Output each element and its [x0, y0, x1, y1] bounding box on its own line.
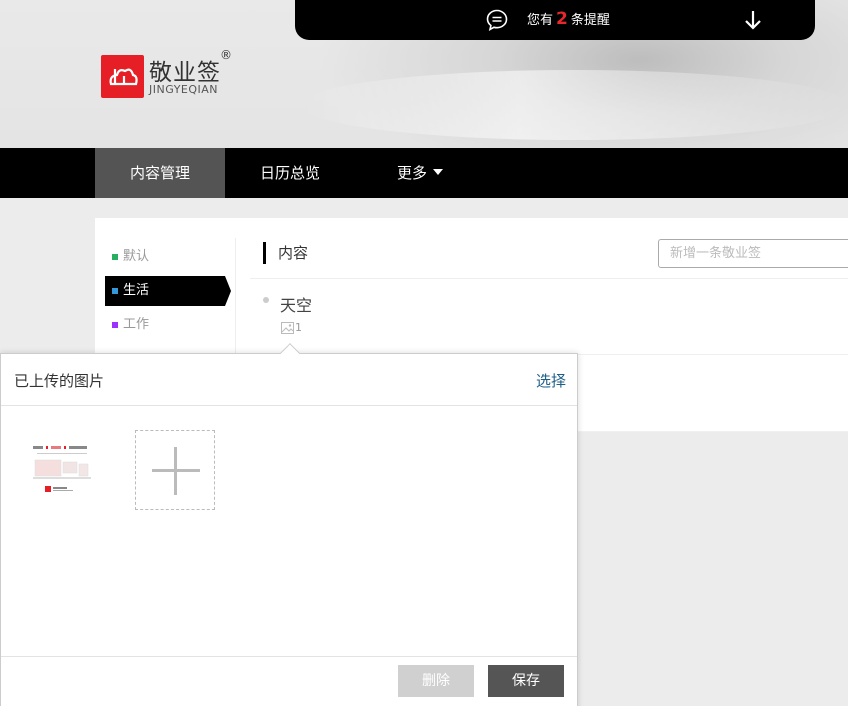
nav-label: 内容管理	[129, 164, 190, 182]
category-work[interactable]: 工作	[105, 310, 225, 340]
main-navbar: 内容管理 日历总览 更多	[0, 148, 848, 198]
notification-bar[interactable]: 您有 2 条提醒	[295, 0, 815, 40]
nav-more[interactable]: 更多	[355, 148, 485, 198]
save-button[interactable]: 保存	[488, 665, 564, 697]
divider	[250, 278, 848, 279]
notification-text: 您有 2 条提醒	[527, 9, 610, 31]
notification-prefix: 您有	[527, 13, 554, 28]
entry-image-count: 1	[295, 321, 302, 334]
add-image-button[interactable]	[135, 430, 215, 510]
chat-bubble-icon	[486, 9, 508, 32]
notification-suffix: 条提醒	[570, 13, 610, 28]
divider	[1, 656, 577, 657]
nav-label: 日历总览	[259, 164, 320, 182]
caret-down-icon	[433, 169, 443, 175]
plus-icon-vertical	[174, 447, 177, 495]
notification-count: 2	[556, 9, 568, 29]
category-color-dot	[112, 288, 118, 294]
category-life[interactable]: 生活	[105, 276, 231, 306]
category-label: 生活	[123, 283, 150, 298]
entry-title[interactable]: 天空	[280, 292, 312, 316]
nav-content-management[interactable]: 内容管理	[95, 148, 225, 198]
brand-registered-mark: ®	[220, 48, 232, 62]
category-color-dot	[112, 254, 118, 260]
divider	[1, 405, 577, 406]
uploaded-images-popup: 已上传的图片 选择 删除 保存	[0, 343, 578, 706]
logo-mark-icon	[101, 55, 144, 98]
category-label: 默认	[123, 249, 150, 264]
nav-label: 更多	[396, 164, 427, 182]
uploaded-image-thumbnail[interactable]	[27, 438, 97, 503]
header-cloud	[300, 70, 848, 140]
arrow-down-icon[interactable]	[743, 9, 763, 31]
category-default[interactable]: 默认	[105, 242, 225, 272]
entry-bullet-icon	[263, 297, 269, 303]
delete-button[interactable]: 删除	[398, 665, 474, 697]
image-icon	[281, 322, 294, 334]
category-color-dot	[112, 322, 118, 328]
brand-name: 敬业签	[149, 60, 221, 86]
new-note-input[interactable]	[658, 239, 848, 268]
brand-pinyin: JINGYEQIAN	[149, 83, 219, 96]
popup-title: 已上传的图片	[14, 372, 105, 390]
category-label: 工作	[123, 317, 150, 332]
select-link[interactable]: 选择	[536, 370, 566, 391]
nav-calendar-overview[interactable]: 日历总览	[225, 148, 355, 198]
content-title: 内容	[263, 242, 308, 264]
